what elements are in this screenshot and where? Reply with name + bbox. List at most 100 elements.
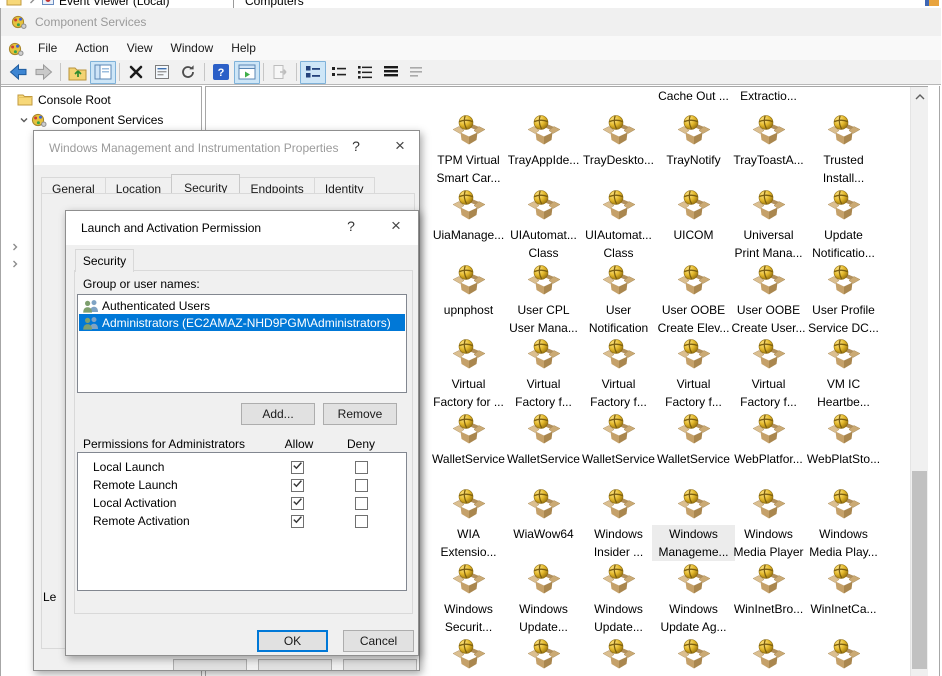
view-small-icons-button[interactable] xyxy=(326,61,352,84)
dcom-component-item[interactable]: Windows Manageme... xyxy=(656,487,731,524)
dcom-component-item[interactable] xyxy=(656,637,731,674)
dcom-component-item[interactable]: Virtual Factory f... xyxy=(506,337,581,374)
dcom-component-item[interactable]: Universal Print Mana... xyxy=(731,188,806,225)
menu-help[interactable]: Help xyxy=(222,38,265,58)
dcom-component-item[interactable]: UIAutomat... Class xyxy=(581,188,656,225)
help-button[interactable]: ? xyxy=(347,138,365,154)
dcom-component-item[interactable]: TPM Virtual Smart Car... xyxy=(431,113,506,150)
view-list-button[interactable] xyxy=(352,61,378,84)
dcom-component-item[interactable]: TrayNotify xyxy=(656,113,731,150)
backdrop-computers-label[interactable]: Computers xyxy=(245,0,304,8)
dcom-component-item[interactable]: WiaWow64 xyxy=(506,487,581,524)
group-user-listbox[interactable]: Authenticated UsersAdministrators (EC2AM… xyxy=(77,294,407,393)
remove-button[interactable]: Remove xyxy=(323,403,397,425)
backdrop-event-viewer-label[interactable]: Event Viewer (Local) xyxy=(59,0,170,8)
view-status-button[interactable] xyxy=(404,61,430,84)
dcom-component-item[interactable]: Virtual Factory f... xyxy=(581,337,656,374)
menu-file[interactable]: File xyxy=(29,38,66,58)
dcom-component-item[interactable]: UiaManage... xyxy=(431,188,506,225)
dcom-component-item[interactable]: WalletService xyxy=(581,412,656,449)
tree-item-component-services[interactable]: Component Services xyxy=(17,110,163,129)
cancel-button[interactable]: Cancel xyxy=(343,630,414,652)
dcom-component-item[interactable]: WinInetCa... xyxy=(806,562,881,599)
dcom-component-item[interactable]: User OOBE Create User... xyxy=(731,263,806,300)
dcom-component-item[interactable]: User Profile Service DC... xyxy=(806,263,881,300)
dcom-component-item[interactable]: WalletService xyxy=(506,412,581,449)
close-button[interactable]: × xyxy=(386,216,406,236)
dcom-component-item[interactable] xyxy=(731,637,806,674)
add-button[interactable]: Add... xyxy=(241,403,315,425)
show-window-button[interactable] xyxy=(234,61,260,84)
dcom-component-item[interactable]: WalletService xyxy=(656,412,731,449)
user-list-item[interactable]: Authenticated Users xyxy=(79,297,405,314)
ok-button[interactable]: OK xyxy=(257,630,328,652)
dcom-component-item[interactable]: TrayDeskto... xyxy=(581,113,656,150)
dcom-component-item[interactable]: Update Notificatio... xyxy=(806,188,881,225)
view-details-button[interactable] xyxy=(378,61,404,84)
dcom-component-item[interactable]: WinInetBro... xyxy=(731,562,806,599)
dcom-component-item[interactable]: WebPlatfor... xyxy=(731,412,806,449)
dcom-component-item[interactable]: UICOM xyxy=(656,188,731,225)
show-console-tree-button[interactable] xyxy=(90,61,116,84)
up-one-level-button[interactable] xyxy=(64,61,90,84)
properties-ok-button[interactable] xyxy=(173,659,247,671)
tree-item-console-root[interactable]: Console Root xyxy=(3,90,111,109)
help-button[interactable]: ? xyxy=(208,61,234,84)
scrollbar-thumb[interactable] xyxy=(912,471,927,669)
export-list-button[interactable] xyxy=(267,61,293,84)
dcom-component-item[interactable]: Windows Securit... xyxy=(431,562,506,599)
dcom-component-item[interactable] xyxy=(581,637,656,674)
dcom-component-item[interactable]: Virtual Factory f... xyxy=(731,337,806,374)
dcom-component-item[interactable]: upnphost xyxy=(431,263,506,300)
dcom-component-item[interactable]: Windows Media Play... xyxy=(806,487,881,524)
dcom-component-item[interactable]: VM IC Heartbe... xyxy=(806,337,881,374)
back-button[interactable] xyxy=(5,61,31,84)
view-large-icons-button[interactable] xyxy=(300,61,326,84)
dcom-component-item[interactable]: User CPL User Mana... xyxy=(506,263,581,300)
dcom-component-item[interactable]: TrayToastA... xyxy=(731,113,806,150)
properties-button[interactable] xyxy=(149,61,175,84)
learn-more-link[interactable]: Le xyxy=(43,590,56,605)
user-list-item[interactable]: Administrators (EC2AMAZ-NHD9PGM\Administ… xyxy=(79,314,405,331)
dcom-component-item[interactable]: WIA Extensio... xyxy=(431,487,506,524)
allow-checkbox[interactable] xyxy=(291,479,304,492)
menu-window[interactable]: Window xyxy=(162,38,223,58)
help-button[interactable]: ? xyxy=(342,218,360,234)
properties-cancel-button[interactable] xyxy=(258,659,332,671)
dcom-component-item[interactable]: Windows Media Player xyxy=(731,487,806,524)
menu-action[interactable]: Action xyxy=(66,38,117,58)
chevron-down-icon[interactable] xyxy=(17,115,31,125)
dcom-component-item[interactable]: Windows Update... xyxy=(506,562,581,599)
allow-checkbox[interactable] xyxy=(291,515,304,528)
dcom-component-item[interactable]: Virtual Factory for ... xyxy=(431,337,506,374)
dcom-component-item[interactable]: WebPlatSto... xyxy=(806,412,881,449)
dcom-component-item[interactable]: User Notification xyxy=(581,263,656,300)
allow-checkbox[interactable] xyxy=(291,497,304,510)
deny-checkbox[interactable] xyxy=(355,461,368,474)
menu-view[interactable]: View xyxy=(118,38,162,58)
dcom-component-item[interactable]: Virtual Factory f... xyxy=(656,337,731,374)
properties-apply-button[interactable] xyxy=(343,659,417,671)
dcom-component-item[interactable]: Windows Insider ... xyxy=(581,487,656,524)
forward-button[interactable] xyxy=(31,61,57,84)
refresh-button[interactable] xyxy=(175,61,201,84)
dcom-component-item[interactable] xyxy=(431,637,506,674)
dcom-component-item[interactable]: WalletService xyxy=(431,412,506,449)
dcom-component-item[interactable] xyxy=(806,637,881,674)
tree-collapsed-expander[interactable] xyxy=(10,258,20,272)
dcom-component-item[interactable]: UIAutomat... Class xyxy=(506,188,581,225)
vertical-scrollbar[interactable] xyxy=(910,87,928,676)
deny-checkbox[interactable] xyxy=(355,515,368,528)
scroll-up-button[interactable] xyxy=(911,87,928,104)
dcom-component-item[interactable]: User OOBE Create Elev... xyxy=(656,263,731,300)
deny-checkbox[interactable] xyxy=(355,479,368,492)
delete-button[interactable] xyxy=(123,61,149,84)
deny-checkbox[interactable] xyxy=(355,497,368,510)
dcom-component-item[interactable]: Trusted Install... xyxy=(806,113,881,150)
allow-checkbox[interactable] xyxy=(291,461,304,474)
dcom-component-item[interactable]: Windows Update Ag... xyxy=(656,562,731,599)
dcom-component-item[interactable]: Windows Update... xyxy=(581,562,656,599)
dcom-component-item[interactable]: TrayAppIde... xyxy=(506,113,581,150)
tree-collapsed-expander[interactable] xyxy=(10,241,20,255)
tab-security[interactable]: Security xyxy=(75,249,134,272)
